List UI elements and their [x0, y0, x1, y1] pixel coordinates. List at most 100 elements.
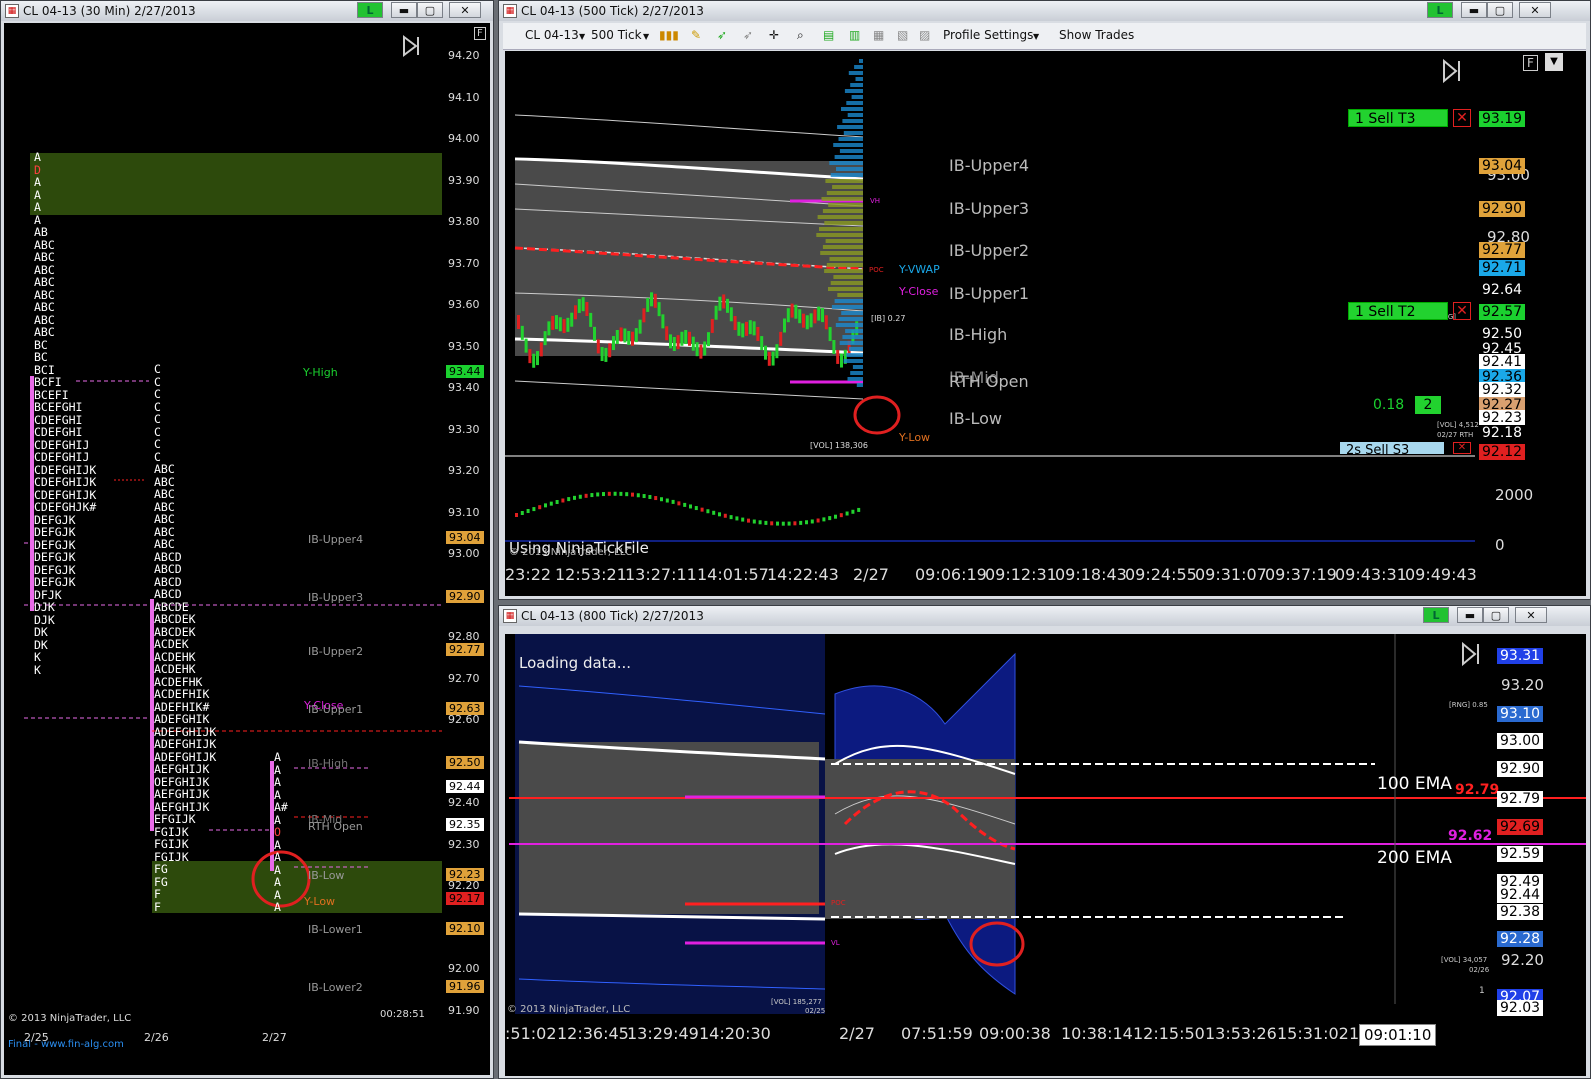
price-axis-label: 93.20 [448, 464, 480, 477]
tpo-row: AB [34, 225, 48, 239]
tpo-row: ABC [34, 275, 55, 289]
price-marker: 93.04 [446, 531, 484, 545]
candle-bar [593, 326, 596, 341]
volume-candle [694, 506, 698, 511]
price-marker: 92.90 [1479, 201, 1526, 218]
volume-candle [706, 509, 710, 514]
candle-bar [566, 317, 570, 332]
properties-icon[interactable]: ▧ [897, 28, 908, 42]
close-button[interactable]: ✕ [449, 2, 481, 18]
candle-bar [627, 330, 631, 345]
time-axis-label: :51:02 [505, 1024, 557, 1043]
show-trades-button[interactable]: Show Trades [1059, 28, 1134, 42]
time-axis-label: 07:51:59 [901, 1024, 973, 1043]
link-button[interactable]: L [1423, 607, 1449, 623]
position-box[interactable]: 2 [1415, 396, 1441, 414]
volume-note: [VOL] 138,306 [810, 441, 868, 450]
bar-type-icon[interactable]: ▮▮▮ [659, 28, 679, 42]
sell-t3-order[interactable]: 1 Sell T3 [1348, 109, 1448, 127]
tpo-row: CDEFGHIJ [34, 450, 90, 464]
candle-bar [722, 294, 726, 309]
candle-bar [642, 308, 646, 323]
drawing-icon[interactable]: ➶ [743, 28, 753, 42]
minimize-button[interactable]: ▬ [391, 2, 417, 18]
maximize-button[interactable]: ▢ [1487, 2, 1513, 18]
top-titlebar[interactable]: ▦ CL 04-13 (500 Tick) 2/27/2013 L ▬ ▢ ✕ [499, 1, 1590, 21]
candle-bar [703, 341, 707, 356]
price-marker: 93.31 [1497, 648, 1544, 664]
volume-candle [712, 510, 716, 515]
bottom-chart-panel[interactable]: Loading data... 100 EMA 200 EMA 92.79 92… [505, 634, 1586, 1076]
footer-link[interactable]: Final - www.fin-alg.com [8, 1039, 124, 1050]
price-axis-label: 92.70 [448, 671, 480, 685]
chevron-down-icon[interactable]: ▼ [579, 32, 585, 41]
vol-right-label: [VOL] 4,512 [1437, 421, 1479, 429]
pointer-icon[interactable]: ➶ [717, 28, 727, 42]
price-axis-label: 92.20 [448, 879, 480, 892]
tpo-row: ACDEHK [154, 662, 196, 676]
volume-profile-bar [838, 317, 863, 321]
maximize-button[interactable]: ▢ [417, 2, 443, 18]
price-axis-label: 92.60 [448, 713, 480, 726]
profile-settings-menu[interactable]: Profile Settings [943, 28, 1033, 42]
bottom-titlebar[interactable]: ▦ CL 04-13 (800 Tick) 2/27/2013 L ▬ ▢ ✕ [499, 606, 1590, 626]
price-marker: 92.18 [1479, 425, 1526, 442]
maximize-button[interactable]: ▢ [1483, 607, 1509, 623]
ninjatrader-app-icon: ▦ [5, 4, 19, 18]
tpo-row: ABC [154, 462, 175, 476]
candle-bar [760, 336, 764, 351]
link-button[interactable]: L [357, 2, 383, 18]
candle-bar [752, 321, 756, 336]
zoom-icon[interactable]: ⌕ [797, 28, 804, 43]
ib-upper4-label: IB-Upper4 [308, 533, 364, 546]
volume-profile-bar [844, 89, 863, 93]
indicators-icon[interactable]: ▥ [849, 28, 860, 42]
tpo-row: A [34, 187, 41, 202]
minimize-button[interactable]: ▬ [1457, 607, 1483, 623]
strategies-icon[interactable]: ▦ [873, 28, 884, 42]
close-order-icon[interactable]: ✕ [1453, 109, 1471, 127]
ema100-label: 100 EMA [1377, 774, 1452, 794]
tpo-row: O [274, 825, 281, 839]
bar-timer: 00:28:51 [380, 1009, 425, 1020]
price-marker: 92.35 [446, 817, 484, 831]
crosshair-icon[interactable]: ✛ [769, 28, 779, 42]
close-button[interactable]: ✕ [1519, 2, 1551, 18]
instrument-selector[interactable]: CL 04-13 [525, 28, 579, 42]
sell-t2-order[interactable]: 1 Sell T2 [1348, 302, 1448, 320]
volume-candle [700, 507, 704, 512]
bottom-time-axis: :51:02 12:36:45 13:29:49 14:20:30 2/27 07:51:… [505, 1022, 1495, 1052]
close-order-icon[interactable]: ✕ [1453, 302, 1471, 320]
pencil-icon[interactable]: ✎ [691, 28, 701, 42]
candle-bar [771, 351, 775, 366]
tpo-row: ACDEK [154, 637, 189, 651]
candle-bar [612, 336, 615, 351]
chevron-down-icon[interactable]: ▼ [1033, 32, 1039, 41]
link-button[interactable]: L [1427, 2, 1453, 18]
volume-profile-bar [824, 221, 863, 225]
poc-label: POC [831, 899, 846, 907]
minimize-button[interactable]: ▬ [1461, 2, 1487, 18]
tpo-row: A [34, 200, 41, 214]
top-chart-canvas [505, 51, 1586, 596]
top-chart-panel[interactable]: IB-Upper4 IB-Upper3 IB-Upper2 IB-Upper1 … [505, 51, 1586, 596]
price-axis-label: 93.50 [448, 339, 480, 353]
candle-bar [524, 338, 528, 353]
left-chart-panel[interactable]: A D A A A A AB ABC ABC ABC ABC ABC ABC ABC ABC BC BC BCI B… [4, 23, 490, 1075]
tpo-row: C [154, 399, 161, 414]
close-order-icon[interactable]: ✕ [1453, 442, 1471, 454]
close-button[interactable]: ✕ [1515, 607, 1547, 623]
tpo-row: C [154, 387, 161, 401]
period-selector[interactable]: 500 Tick [591, 28, 642, 42]
templates-icon[interactable]: ▨ [919, 28, 930, 42]
candle-bar [600, 347, 604, 362]
sell-s3-order[interactable]: 2s Sell S3 [1340, 442, 1444, 454]
tpo-row: ABC [154, 487, 175, 501]
chevron-down-icon[interactable]: ▼ [643, 32, 649, 41]
data-box-icon[interactable]: ▤ [823, 28, 834, 42]
volume-profile-bar [828, 287, 863, 291]
price-marker: 92.77 [446, 643, 484, 657]
volume-candle [567, 497, 571, 502]
left-titlebar[interactable]: ▦ CL 04-13 (30 Min) 2/27/2013 L ▬ ▢ ✕ [1, 1, 493, 21]
volume-profile-bar [826, 191, 863, 195]
